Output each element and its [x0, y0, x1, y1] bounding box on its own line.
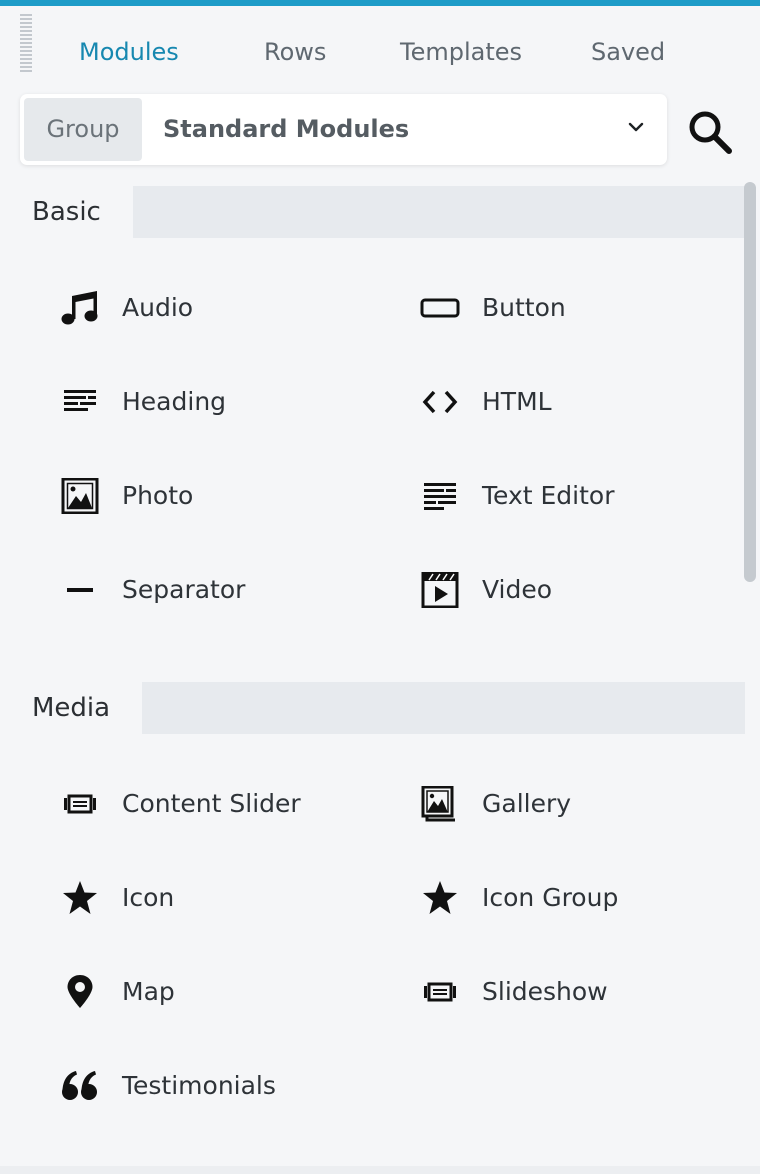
module-content-slider[interactable]: Content Slider: [60, 776, 380, 832]
section-title-basic: Basic: [0, 186, 133, 238]
gallery-icon: [421, 786, 455, 822]
module-label-photo: Photo: [122, 481, 194, 510]
group-label: Group: [24, 98, 142, 161]
module-label-html: HTML: [482, 387, 552, 416]
star-icon: [423, 881, 457, 914]
module-map[interactable]: Map: [60, 964, 380, 1020]
module-label-icon-group: Icon Group: [482, 883, 619, 912]
top-accent-bar: [0, 0, 760, 6]
button-icon: [420, 298, 460, 318]
tab-modules[interactable]: Modules: [79, 30, 179, 74]
module-audio[interactable]: Audio: [60, 280, 380, 336]
heading-icon: [64, 390, 96, 411]
module-heading[interactable]: Heading: [60, 374, 380, 430]
tab-saved[interactable]: Saved: [591, 30, 665, 74]
star-icon: [63, 881, 97, 914]
music-note-icon: [61, 291, 98, 325]
section-header-media: Media: [0, 682, 745, 734]
photo-icon: [61, 478, 99, 514]
module-label-testimonials: Testimonials: [122, 1071, 276, 1100]
scrollbar-thumb[interactable]: [744, 182, 756, 582]
module-label-heading: Heading: [122, 387, 227, 416]
module-label-button: Button: [482, 293, 566, 322]
module-separator[interactable]: Separator: [60, 562, 380, 618]
text-editor-icon: [424, 483, 456, 510]
map-pin-icon: [67, 975, 93, 1008]
module-label-slideshow: Slideshow: [482, 977, 608, 1006]
module-testimonials[interactable]: Testimonials: [60, 1058, 380, 1114]
module-label-gallery: Gallery: [482, 789, 572, 818]
slideshow-icon: [424, 982, 456, 1002]
module-icon-group[interactable]: Icon Group: [420, 870, 740, 926]
module-label-video: Video: [482, 575, 553, 604]
section-header-basic: Basic: [0, 186, 745, 238]
video-icon: [421, 572, 459, 608]
quote-icon: [62, 1071, 97, 1100]
module-button[interactable]: Button: [420, 280, 740, 336]
module-text-editor[interactable]: Text Editor: [420, 468, 740, 524]
group-select-value: Standard Modules: [163, 115, 410, 143]
tab-bar: Modules Rows Templates Saved: [0, 30, 760, 74]
module-label-separator: Separator: [122, 575, 246, 604]
chevron-down-icon: [628, 122, 644, 132]
module-html[interactable]: HTML: [420, 374, 740, 430]
module-gallery[interactable]: Gallery: [420, 776, 740, 832]
module-label-audio: Audio: [122, 293, 194, 322]
module-label-map: Map: [122, 977, 175, 1006]
group-select[interactable]: Group Standard Modules: [20, 94, 667, 165]
tab-templates[interactable]: Templates: [400, 30, 522, 74]
module-slideshow[interactable]: Slideshow: [420, 964, 740, 1020]
module-photo[interactable]: Photo: [60, 468, 380, 524]
section-title-media: Media: [0, 682, 143, 734]
separator-icon: [67, 588, 93, 592]
tab-rows[interactable]: Rows: [264, 30, 326, 74]
module-label-content-slider: Content Slider: [122, 789, 301, 818]
module-video[interactable]: Video: [420, 562, 740, 618]
module-label-text-editor: Text Editor: [482, 481, 615, 510]
module-icon[interactable]: Icon: [60, 870, 380, 926]
bottom-border: [0, 1166, 760, 1174]
search-icon[interactable]: [686, 108, 734, 156]
module-label-icon: Icon: [122, 883, 175, 912]
code-icon: [422, 390, 458, 414]
slider-icon: [64, 794, 96, 814]
